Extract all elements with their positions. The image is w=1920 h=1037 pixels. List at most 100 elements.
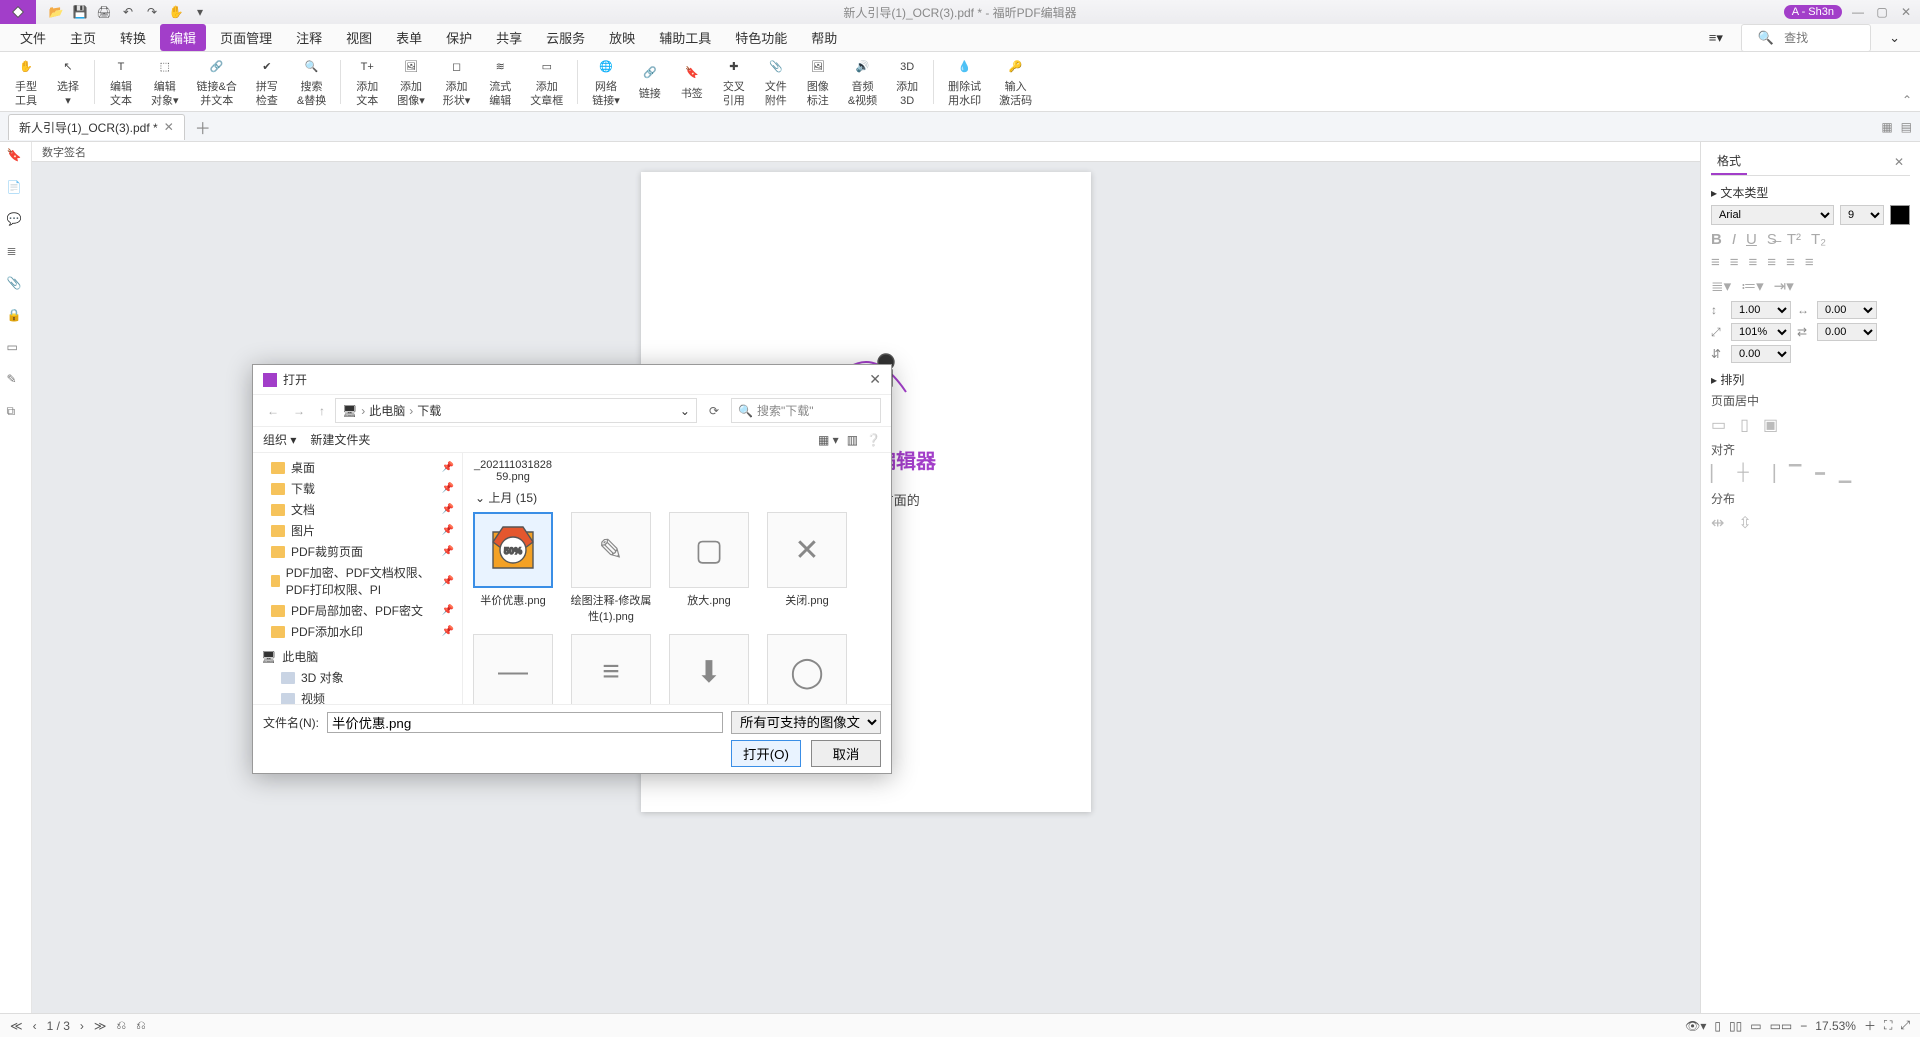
view-grid-icon[interactable]: ▦ <box>1881 120 1892 134</box>
file-item-7[interactable]: ◯用户-圈.png <box>763 634 851 704</box>
ribbon-tool-12[interactable]: 🌐网络链接▾ <box>586 53 626 109</box>
signature-panel-icon[interactable]: ✎ <box>7 372 25 390</box>
minimize-button[interactable]: — <box>1850 4 1866 20</box>
pin-icon[interactable]: 📌 <box>442 626 454 637</box>
view-panel-icon[interactable]: ▤ <box>1901 120 1912 134</box>
char-space-select[interactable]: 0.00 <box>1817 301 1877 319</box>
ribbon-collapse-icon[interactable]: ⌃ <box>1902 93 1912 107</box>
ribbon-tool-1[interactable]: ↖选择▾ <box>50 53 86 109</box>
organize-menu[interactable]: 组织 ▾ <box>263 431 296 448</box>
line-height-select[interactable]: 1.00 <box>1731 301 1791 319</box>
menu-item-13[interactable]: 特色功能 <box>725 24 797 51</box>
underline-button[interactable]: U <box>1746 231 1757 248</box>
align-left-button[interactable]: ≡ <box>1711 254 1720 271</box>
refresh-button[interactable]: ⟳ <box>703 404 725 418</box>
ribbon-tool-21[interactable]: 🔑输入激活码 <box>993 53 1038 109</box>
ribbon-tool-9[interactable]: ◻添加形状▾ <box>437 53 477 109</box>
tree-quick-0[interactable]: 桌面📌 <box>257 457 458 478</box>
font-color-swatch[interactable] <box>1890 205 1910 225</box>
pin-icon[interactable]: 📌 <box>442 462 454 473</box>
file-item-2[interactable]: ▢放大.png <box>665 512 753 624</box>
two-page-icon[interactable]: ▭ <box>1750 1019 1761 1033</box>
open-button[interactable]: 打开(O) <box>731 740 801 767</box>
number-list-button[interactable]: ≔▾ <box>1741 277 1764 295</box>
menu-item-0[interactable]: 文件 <box>10 24 56 51</box>
first-page-button[interactable]: ≪ <box>10 1019 23 1033</box>
document-tab[interactable]: 新人引导(1)_OCR(3).pdf * ✕ <box>8 114 185 140</box>
menu-expand-icon[interactable]: ⌄ <box>1879 26 1910 50</box>
menu-item-12[interactable]: 辅助工具 <box>649 24 721 51</box>
group-collapse-icon[interactable]: ⌄ <box>475 491 488 505</box>
path-seg-1[interactable]: 下载 <box>417 402 441 419</box>
fit-page-icon[interactable]: ⛶ <box>1884 1018 1892 1033</box>
tree-quick-3[interactable]: 图片📌 <box>257 520 458 541</box>
menu-item-2[interactable]: 转换 <box>110 24 156 51</box>
file-item[interactable]: _202111031828 59.png <box>469 459 557 483</box>
distribute-h-icon[interactable]: ⇹ <box>1711 513 1724 533</box>
tree-quick-2[interactable]: 文档📌 <box>257 499 458 520</box>
ribbon-tool-15[interactable]: ✚交叉引用 <box>716 53 752 109</box>
ribbon-tool-17[interactable]: 🖼图像标注 <box>800 53 836 109</box>
pin-icon[interactable]: 📌 <box>442 483 454 494</box>
subscript-button[interactable]: T₂ <box>1811 231 1826 248</box>
continuous-icon[interactable]: ▯▯ <box>1729 1019 1742 1033</box>
comments-panel-icon[interactable]: 💬 <box>7 212 25 230</box>
pin-icon[interactable]: 📌 <box>442 525 454 536</box>
zoom-out-button[interactable]: − <box>1800 1019 1807 1033</box>
tab-close-icon[interactable]: ✕ <box>164 120 174 134</box>
superscript-button[interactable]: T² <box>1787 231 1801 248</box>
ribbon-tool-8[interactable]: 🖼添加图像▾ <box>391 53 431 109</box>
qat-undo-icon[interactable]: ↶ <box>120 4 136 20</box>
file-grid[interactable]: _202111031828 59.png ⌄ 上月 (15) 50%半价优惠.p… <box>463 453 891 704</box>
ribbon-tool-16[interactable]: 📎文件附件 <box>758 53 794 109</box>
distribute-v-icon[interactable]: ⇳ <box>1738 513 1751 533</box>
tree-pc-category[interactable]: 🖥 此电脑 <box>257 642 458 667</box>
new-tab-button[interactable]: ＋ <box>195 115 211 139</box>
font-size-select[interactable]: 9 <box>1840 205 1884 225</box>
align-m-icon[interactable]: ━ <box>1815 464 1825 484</box>
history-back-button[interactable]: ⎌ <box>116 1018 126 1033</box>
tree-quick-5[interactable]: PDF加密、PDF文档权限、PDF打印权限、PI📌 <box>257 562 458 600</box>
align-justify-button[interactable]: ≡ <box>1767 254 1776 271</box>
help-button[interactable]: ❔ <box>866 433 881 447</box>
file-item-4[interactable]: —缩小.png <box>469 634 557 704</box>
pin-icon[interactable]: 📌 <box>442 504 454 515</box>
prev-page-button[interactable]: ‹ <box>33 1019 37 1033</box>
bullet-list-button[interactable]: ≣▾ <box>1711 277 1731 295</box>
security-panel-icon[interactable]: 🔒 <box>7 308 25 326</box>
user-badge[interactable]: A - Sh3n <box>1784 5 1842 19</box>
align-t-icon[interactable]: ▔ <box>1789 464 1801 484</box>
filetype-select[interactable]: 所有可支持的图像文件 (*.bmp <box>731 711 881 734</box>
menu-item-6[interactable]: 视图 <box>336 24 382 51</box>
fullscreen-icon[interactable]: ⤢ <box>1900 1018 1910 1033</box>
qat-open-icon[interactable]: 📂 <box>48 4 64 20</box>
tree-quick-4[interactable]: PDF裁剪页面📌 <box>257 541 458 562</box>
maximize-button[interactable]: ▢ <box>1874 4 1890 20</box>
search-input[interactable] <box>1784 31 1864 45</box>
menu-item-7[interactable]: 表单 <box>386 24 432 51</box>
nav-back-button[interactable]: ← <box>263 404 283 418</box>
menu-item-4[interactable]: 页面管理 <box>210 24 282 51</box>
pin-icon[interactable]: 📌 <box>442 576 454 587</box>
dialog-close-button[interactable]: ✕ <box>869 371 881 388</box>
qat-save-icon[interactable]: 💾 <box>72 4 88 20</box>
align-right-button[interactable]: ≡ <box>1749 254 1758 271</box>
pin-icon[interactable]: 📌 <box>442 546 454 557</box>
file-item-3[interactable]: ✕关闭.png <box>763 512 851 624</box>
two-continuous-icon[interactable]: ▭▭ <box>1770 1019 1793 1033</box>
layers-panel-icon[interactable]: ≣ <box>7 244 25 262</box>
dialog-search-box[interactable]: 🔍 搜索"下载" <box>731 398 881 423</box>
menu-item-11[interactable]: 放映 <box>599 24 645 51</box>
menu-item-1[interactable]: 主页 <box>60 24 106 51</box>
page-indicator[interactable]: 1 / 3 <box>47 1019 70 1033</box>
ribbon-tool-10[interactable]: ≋流式编辑 <box>482 53 518 109</box>
menu-options-icon[interactable]: ≡▾ <box>1699 26 1733 50</box>
file-item-0[interactable]: 50%半价优惠.png <box>469 512 557 624</box>
file-item-5[interactable]: ≡更多.png <box>567 634 655 704</box>
ribbon-tool-4[interactable]: 🔗链接&合并文本 <box>191 53 243 109</box>
tree-quick-6[interactable]: PDF局部加密、PDF密文📌 <box>257 600 458 621</box>
ribbon-tool-7[interactable]: T+添加文本 <box>349 53 385 109</box>
strike-button[interactable]: S̶ <box>1767 231 1777 248</box>
qat-hand-icon[interactable]: ✋ <box>168 4 184 20</box>
ribbon-tool-13[interactable]: 🔗链接 <box>632 60 668 103</box>
